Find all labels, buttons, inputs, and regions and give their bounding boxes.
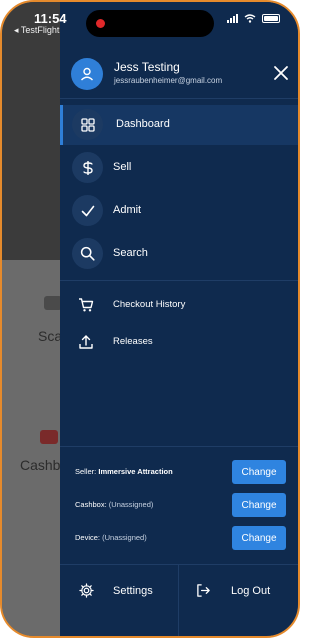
dynamic-island: [86, 10, 214, 37]
logout-label: Log Out: [231, 585, 271, 597]
check-icon: [72, 195, 103, 226]
search-icon: [72, 238, 103, 269]
back-to-app-link[interactable]: ◂ TestFlight: [14, 25, 59, 36]
drawer-footer: Settings Log Out: [60, 564, 298, 636]
seller-key: Seller:: [75, 467, 97, 476]
wifi-icon: [244, 14, 256, 23]
nav-item-label: Admit: [113, 204, 142, 216]
gear-icon: [79, 583, 94, 598]
signal-icon: [227, 14, 238, 23]
battery-icon: [262, 14, 280, 23]
cart-icon: [79, 298, 94, 312]
device-row: Device: (Unassigned) Change: [60, 524, 298, 552]
divider: [60, 98, 298, 99]
user-profile: Jess Testing jessraubenheimer@gmail.com: [60, 52, 298, 98]
nav-item-label: Checkout History: [113, 299, 186, 310]
recording-indicator-icon: [96, 19, 105, 28]
system-icons: [227, 14, 280, 23]
nav-item-label: Dashboard: [116, 118, 170, 130]
cashbox-key: Cashbox:: [75, 500, 107, 509]
nav-item-checkout-history[interactable]: Checkout History: [60, 290, 298, 320]
change-cashbox-button[interactable]: Change: [232, 493, 286, 517]
grid-icon: [72, 109, 103, 140]
change-device-button[interactable]: Change: [232, 526, 286, 550]
nav-item-dashboard[interactable]: Dashboard: [60, 105, 298, 145]
nav-item-releases[interactable]: Releases: [60, 327, 298, 357]
logout-icon: [197, 584, 210, 597]
close-icon[interactable]: [272, 64, 290, 82]
phone-frame: Sca Cashb 11:54 ◂ TestFlight Jess Testin…: [0, 0, 300, 638]
divider: [60, 280, 298, 281]
background-label: Sca: [38, 328, 63, 344]
nav-item-label: Search: [113, 247, 148, 259]
seller-value: Immersive Attraction: [98, 467, 173, 476]
user-avatar-icon: [71, 58, 103, 90]
cashbox-icon: [40, 430, 58, 444]
divider: [60, 446, 298, 447]
nav-item-search[interactable]: Search: [60, 234, 298, 274]
background-label: Cashb: [20, 457, 61, 473]
nav-item-sell[interactable]: Sell: [60, 148, 298, 188]
device-key: Device:: [75, 533, 101, 542]
user-email: jessraubenheimer@gmail.com: [114, 76, 223, 85]
settings-button[interactable]: Settings: [60, 564, 178, 618]
dollar-icon: [72, 152, 103, 183]
device-value: (Unassigned): [102, 533, 147, 542]
cashbox-value: (Unassigned): [108, 500, 154, 509]
nav-item-admit[interactable]: Admit: [60, 191, 298, 231]
logout-button[interactable]: Log Out: [179, 564, 298, 618]
status-time: 11:54: [34, 11, 67, 26]
change-seller-button[interactable]: Change: [232, 460, 286, 484]
upload-icon: [79, 335, 93, 349]
seller-row: Seller: Immersive Attraction Change: [60, 458, 298, 486]
nav-item-label: Releases: [113, 336, 153, 347]
status-bar: 11:54 ◂ TestFlight: [2, 2, 298, 38]
cashbox-row: Cashbox: (Unassigned) Change: [60, 491, 298, 519]
nav-item-label: Sell: [113, 161, 132, 173]
navigation-drawer: Jess Testing jessraubenheimer@gmail.com …: [60, 2, 298, 636]
settings-label: Settings: [113, 585, 153, 597]
user-name: Jess Testing: [114, 60, 180, 74]
